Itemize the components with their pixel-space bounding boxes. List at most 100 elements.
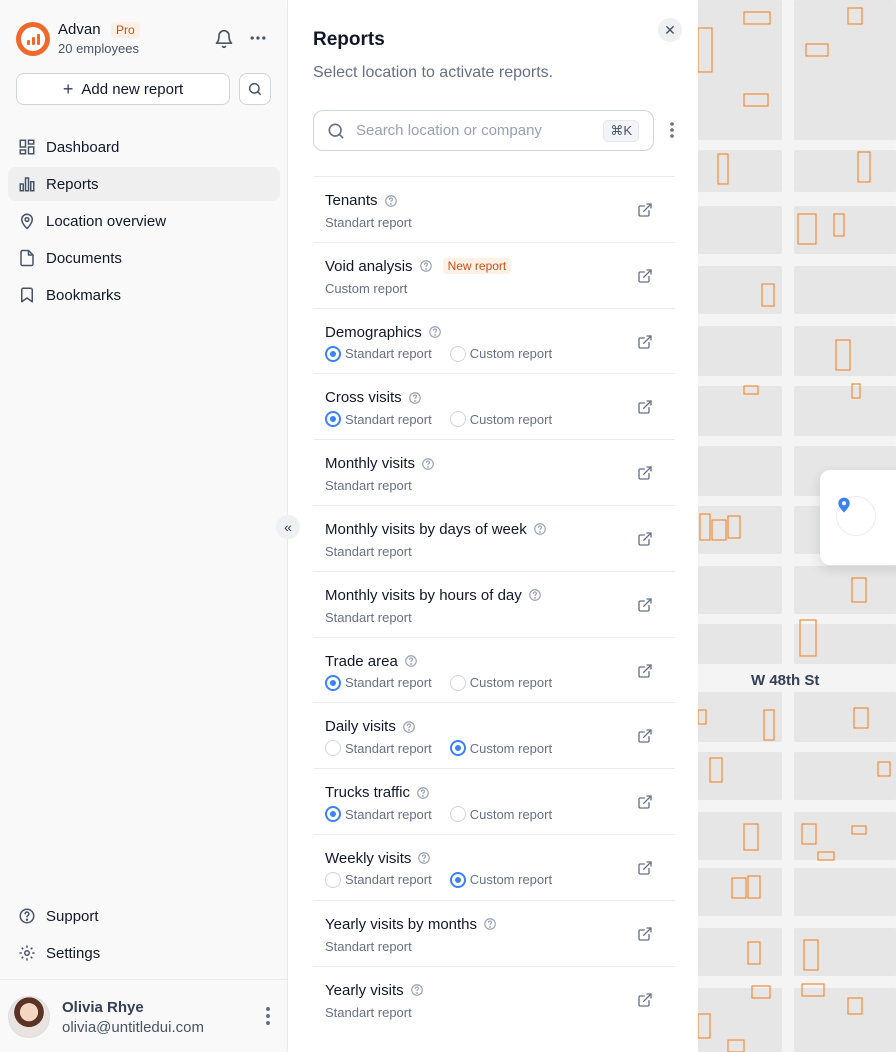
avatar[interactable] [8, 996, 50, 1038]
report-row[interactable]: Void analysis New report Custom report [313, 241, 675, 308]
help-circle-icon[interactable] [404, 654, 418, 668]
external-link-icon[interactable] [637, 728, 653, 744]
sidebar-item-dashboard[interactable]: Dashboard [8, 130, 280, 164]
report-title-wrap: Cross visits [325, 389, 422, 406]
help-circle-icon[interactable] [421, 457, 435, 471]
report-type: Standart report [325, 478, 412, 494]
sidebar-item-label: Settings [46, 944, 101, 962]
report-row[interactable]: Monthly visits by hours of day Standart r… [313, 570, 675, 637]
sidebar-item-documents[interactable]: Documents [8, 241, 280, 275]
external-link-icon[interactable] [637, 531, 653, 547]
location-search-input[interactable]: Search location or company ⌘K [313, 110, 654, 151]
report-row[interactable]: Weekly visits Standart report Custom repor… [313, 833, 675, 900]
map-view[interactable]: W 48th St [698, 0, 896, 1052]
help-circle-icon[interactable] [408, 391, 422, 405]
help-circle-icon[interactable] [528, 588, 542, 602]
chevrons-left-icon: « [284, 519, 292, 535]
report-row[interactable]: Yearly visits by months Standart report [313, 899, 675, 966]
sidebar-item-location-overview[interactable]: Location overview [8, 204, 280, 238]
report-type: Standart report [325, 1004, 412, 1020]
sidebar-item-label: Location overview [46, 212, 167, 230]
external-link-icon[interactable] [637, 202, 653, 218]
sidebar-item-settings[interactable]: Settings [8, 936, 280, 970]
external-link-icon[interactable] [637, 860, 653, 876]
standard-report-radio[interactable]: Standart report [325, 871, 432, 888]
radio-label: Standart report [345, 675, 432, 691]
report-title: Yearly visits [325, 981, 404, 999]
radio-indicator[interactable] [325, 345, 341, 362]
report-row[interactable]: Daily visits Standart report Custom report [313, 702, 675, 768]
external-link-icon[interactable] [637, 663, 653, 679]
help-circle-icon[interactable] [419, 259, 433, 273]
custom-report-radio[interactable]: Custom report [449, 871, 552, 888]
radio-indicator[interactable] [325, 674, 341, 691]
external-link-icon[interactable] [637, 465, 653, 481]
report-type-radio-group: Standart report Custom report [325, 871, 552, 888]
external-link-icon[interactable] [637, 399, 653, 415]
new-report-badge: New report [442, 258, 512, 275]
external-link-icon[interactable] [637, 794, 653, 810]
bar-chart-icon [19, 177, 35, 192]
standard-report-radio[interactable]: Standart report [325, 740, 432, 757]
more-vertical-icon[interactable] [664, 120, 680, 140]
custom-report-radio[interactable]: Custom report [449, 411, 553, 428]
brand-header: Advan Pro 20 employees [16, 20, 272, 56]
report-row[interactable]: Trade area Standart report Custom report [313, 636, 675, 703]
report-row[interactable]: Monthly visits Standart report [313, 439, 675, 505]
help-circle-icon[interactable] [533, 522, 547, 536]
report-title: Trucks traffic [325, 784, 411, 802]
help-circle-icon[interactable] [410, 983, 424, 997]
radio-indicator[interactable] [449, 871, 466, 888]
add-new-report-button[interactable]: + Add new report [16, 73, 230, 105]
report-row[interactable]: Monthly visits by days of week Standart r… [313, 504, 675, 571]
standard-report-radio[interactable]: Standart report [325, 806, 432, 823]
location-card[interactable] [820, 470, 896, 565]
sidebar-item-support[interactable]: Support [8, 899, 280, 933]
report-row[interactable]: Trucks traffic Standart report Custom repo… [313, 768, 675, 834]
external-link-icon[interactable] [637, 334, 653, 350]
close-panel-button[interactable]: ✕ [658, 18, 682, 42]
custom-report-radio[interactable]: Custom report [449, 345, 552, 362]
radio-indicator[interactable] [325, 871, 341, 888]
radio-indicator[interactable] [325, 740, 341, 757]
report-row[interactable]: Demographics Standart report Custom report [313, 307, 675, 374]
standard-report-radio[interactable]: Standart report [325, 345, 432, 362]
radio-indicator[interactable] [325, 411, 341, 428]
report-title-wrap: Daily visits [325, 718, 416, 735]
help-circle-icon[interactable] [483, 917, 497, 931]
custom-report-radio[interactable]: Custom report [449, 740, 552, 757]
plus-icon: + [62, 79, 74, 99]
help-circle-icon[interactable] [402, 720, 416, 734]
help-circle-icon[interactable] [416, 786, 430, 800]
bell-icon[interactable] [214, 29, 234, 49]
shortcut-hint: ⌘K [603, 119, 639, 142]
help-circle-icon[interactable] [417, 851, 431, 865]
radio-label: Custom report [469, 411, 553, 427]
radio-indicator[interactable] [449, 806, 466, 823]
report-title: Tenants [325, 192, 378, 209]
external-link-icon[interactable] [637, 597, 653, 613]
report-row[interactable]: Yearly visits Standart report [313, 965, 675, 1032]
external-link-icon[interactable] [637, 926, 653, 942]
standard-report-radio[interactable]: Standart report [325, 411, 432, 428]
sidebar-item-reports[interactable]: Reports [8, 167, 280, 201]
report-row[interactable]: Tenants Standart report [313, 176, 675, 242]
help-circle-icon[interactable] [384, 194, 398, 208]
external-link-icon[interactable] [637, 268, 653, 284]
external-link-icon[interactable] [637, 992, 653, 1008]
radio-indicator[interactable] [449, 740, 466, 757]
more-vertical-icon[interactable] [258, 1004, 278, 1028]
collapse-sidebar-button[interactable]: « [276, 515, 300, 539]
more-horizontal-icon[interactable] [248, 28, 268, 48]
custom-report-radio[interactable]: Custom report [449, 674, 552, 691]
radio-indicator[interactable] [449, 345, 466, 362]
radio-indicator[interactable] [449, 411, 466, 428]
help-circle-icon[interactable] [428, 325, 442, 339]
standard-report-radio[interactable]: Standart report [325, 674, 432, 691]
radio-indicator[interactable] [449, 674, 466, 691]
report-row[interactable]: Cross visits Standart report Custom report [313, 373, 675, 439]
sidebar-search-button[interactable] [239, 73, 271, 105]
sidebar-item-bookmarks[interactable]: Bookmarks [8, 278, 280, 312]
radio-indicator[interactable] [325, 806, 341, 823]
custom-report-radio[interactable]: Custom report [449, 806, 552, 823]
